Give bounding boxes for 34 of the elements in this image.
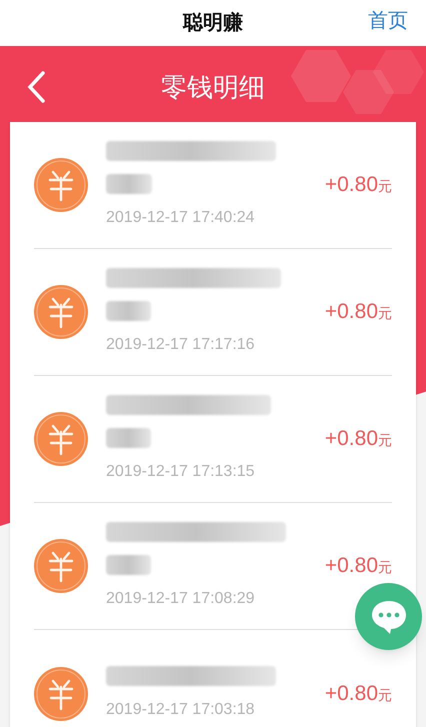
blurred-text [106, 300, 151, 320]
currency-unit: 元 [378, 431, 392, 450]
coin-icon [34, 285, 88, 339]
currency-unit: 元 [378, 686, 392, 705]
record-amount: +0.80 [324, 680, 378, 707]
record-row[interactable]: 2019-12-17 17:40:24 +0.80元 [34, 122, 392, 249]
app-title: 聪明赚 [183, 10, 243, 36]
page-title: 零钱明细 [161, 70, 265, 104]
back-icon [26, 70, 46, 104]
coin-icon [34, 666, 88, 720]
record-amount: +0.80 [324, 172, 378, 198]
record-amount: +0.80 [324, 553, 378, 580]
record-time: 2019-12-17 17:13:15 [106, 462, 256, 482]
blurred-text [106, 554, 151, 574]
record-time: 2019-12-17 17:08:29 [106, 588, 256, 608]
currency-unit: 元 [378, 558, 392, 578]
coin-icon [34, 539, 88, 593]
record-time: 2019-12-17 17:40:24 [106, 208, 256, 228]
record-row[interactable]: 2019-12-17 17:13:15 +0.80元 [34, 376, 392, 503]
blurred-text [106, 174, 152, 194]
currency-unit: 元 [378, 304, 392, 324]
record-amount: +0.80 [324, 426, 378, 452]
blurred-text [106, 428, 151, 448]
back-button[interactable] [26, 70, 46, 104]
record-row[interactable]: 2019-12-17 17:17:16 +0.80元 [34, 249, 392, 376]
home-link[interactable]: 首页 [368, 6, 408, 36]
currency-unit: 元 [378, 177, 392, 196]
coin-icon [34, 158, 88, 212]
chat-bubble-icon [370, 598, 408, 634]
record-row[interactable]: 2019-12-17 17:03:18 +0.80元 [34, 630, 392, 727]
record-amount: +0.80 [324, 299, 378, 326]
coin-icon [34, 412, 88, 466]
record-time: 2019-12-17 17:17:16 [106, 334, 256, 354]
record-time: 2019-12-17 17:03:18 [106, 700, 256, 720]
